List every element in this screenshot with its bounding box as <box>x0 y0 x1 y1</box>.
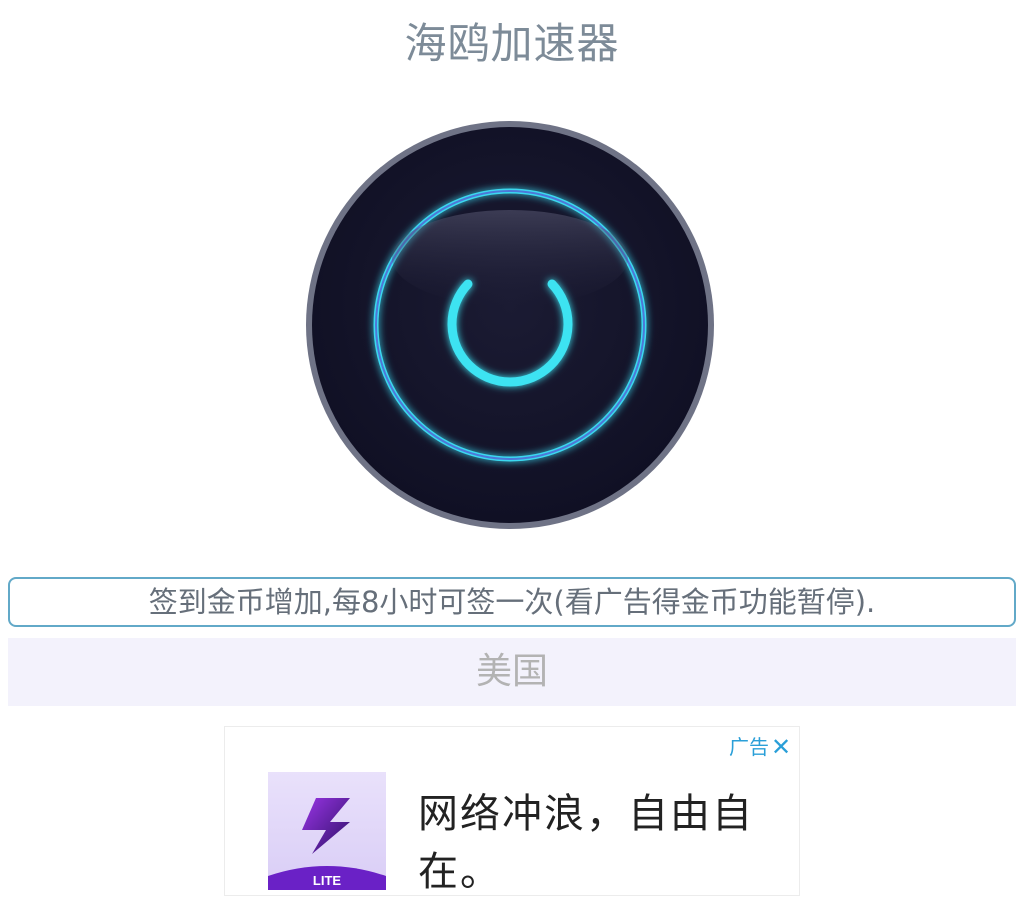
lightning-bolt-icon: LITE <box>268 772 386 890</box>
region-selected-label: 美国 <box>475 651 548 692</box>
region-selector[interactable]: 美国 <box>8 638 1016 706</box>
power-icon <box>306 121 714 529</box>
ad-app-logo[interactable]: LITE <box>268 772 386 890</box>
ad-banner[interactable]: 广告 ✕ LITE 网络冲浪，自由自在。 <box>224 726 800 896</box>
ad-label: 广告 <box>729 735 769 759</box>
app-title: 海鸥加速器 <box>404 19 620 68</box>
checkin-notice-text: 签到金币增加,每8小时可签一次(看广告得金币功能暂停). <box>148 585 876 619</box>
checkin-notice[interactable]: 签到金币增加,每8小时可签一次(看广告得金币功能暂停). <box>8 577 1016 627</box>
close-icon[interactable]: ✕ <box>769 733 793 761</box>
lite-badge: LITE <box>313 873 341 888</box>
power-button[interactable] <box>305 120 715 530</box>
ad-headline: 网络冲浪，自由自在。 <box>418 791 754 895</box>
